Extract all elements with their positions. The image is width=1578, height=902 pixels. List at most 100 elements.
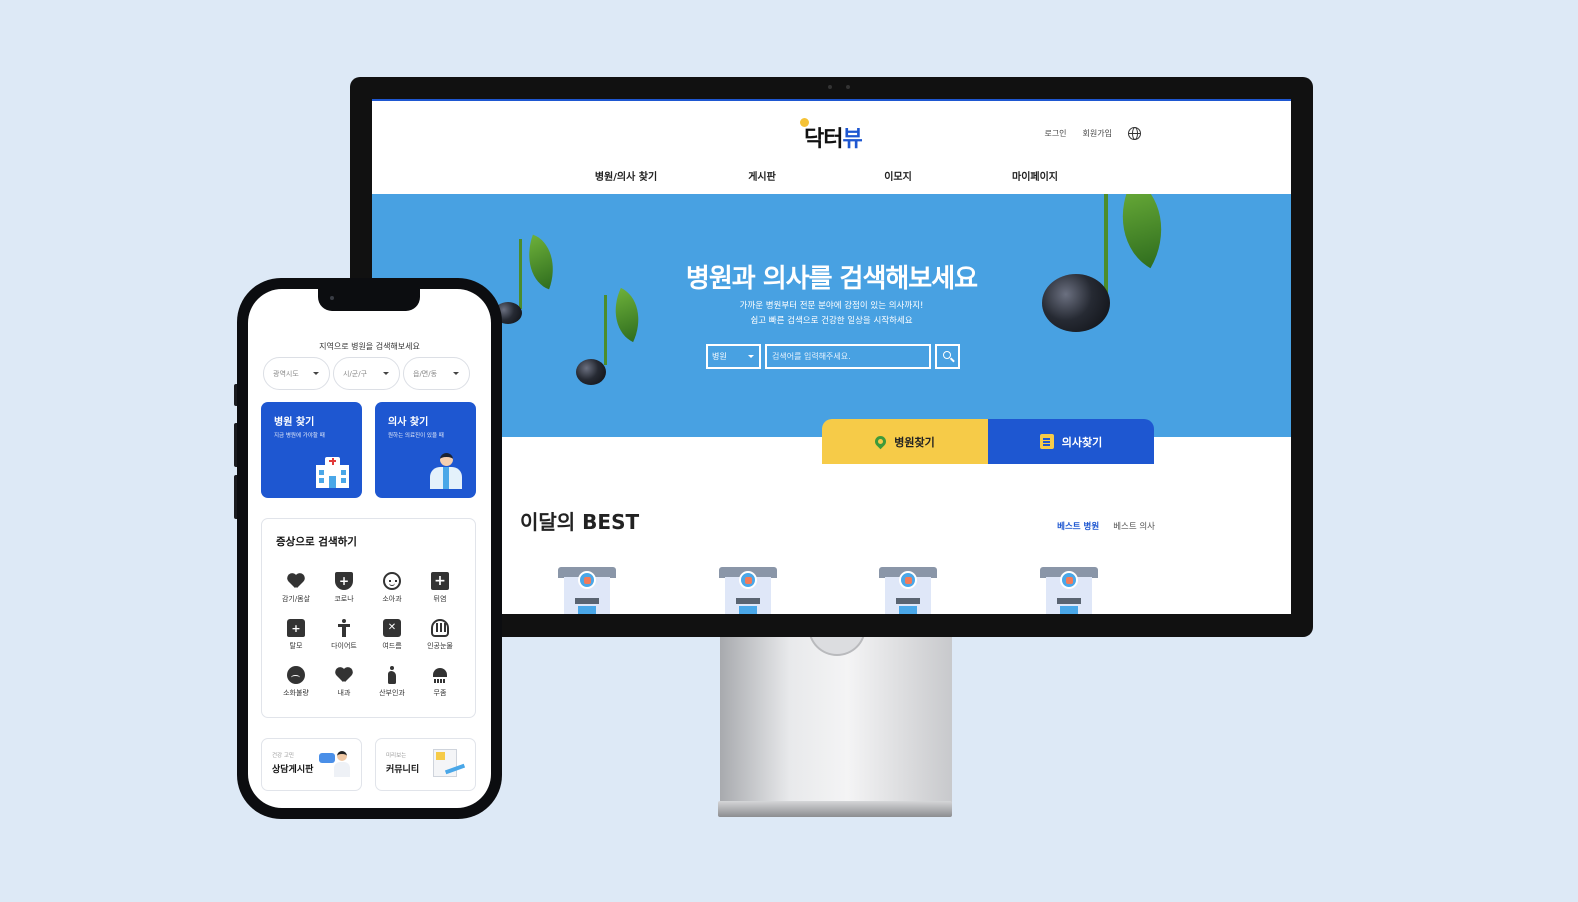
nav-item-emoji[interactable]: 이모지 — [884, 168, 912, 183]
tab-find-doctor[interactable]: 의사찾기 — [988, 419, 1154, 464]
mobile-screen: 지역으로 병원을 검색해보세요 광역시도 시/군/구 읍/면/동 병원 찾기 지… — [248, 289, 491, 808]
symptom-label: 내과 — [337, 689, 351, 697]
hair-loss-icon — [287, 619, 305, 638]
symptom-label: 코로나 — [334, 595, 354, 603]
symptom-pediatrics[interactable]: 소아과 — [368, 572, 416, 604]
phone-frame: 지역으로 병원을 검색해보세요 광역시도 시/군/구 읍/면/동 병원 찾기 지… — [234, 278, 502, 819]
site-logo[interactable]: 닥터뷰 — [800, 118, 863, 153]
symptom-search-title: 증상으로 검색하기 — [276, 536, 357, 548]
phone-volume-button — [234, 423, 237, 467]
phone-volume-button — [234, 475, 237, 519]
symptom-label: 다이어트 — [331, 642, 357, 650]
shield-icon — [335, 572, 353, 590]
tab-find-doctor-label: 의사찾기 — [1061, 435, 1103, 449]
symptom-obgyn[interactable]: 산부인과 — [368, 666, 416, 698]
desktop-screen: 닥터뷰 로그인 회원가입 병원/의사 찾기 게시판 이모지 마이페이지 병원과 … — [372, 99, 1291, 614]
hero-subtitle-1: 가까운 병원부터 전문 분야에 강점이 있는 의사까지! — [739, 301, 924, 311]
card-title: 병원 찾기 — [274, 417, 315, 428]
login-link[interactable]: 로그인 — [1044, 128, 1066, 139]
hands-icon — [431, 619, 449, 637]
card-subtitle: 원하는 의료진이 있을 때 — [388, 433, 444, 439]
medical-cross-icon — [431, 572, 449, 590]
hospital-building-icon — [316, 457, 349, 488]
hospital-icon — [899, 571, 917, 589]
monitor-sensor — [846, 85, 850, 89]
monitor-camera — [828, 85, 832, 89]
symptom-hair-loss[interactable]: 탈모 — [272, 619, 320, 651]
card-find-hospital[interactable]: 병원 찾기 지금 병원에 가야할 때 — [261, 402, 362, 498]
region-selects: 광역시도 시/군/구 읍/면/동 — [263, 357, 470, 390]
symptom-cold[interactable]: 감기/몸살 — [272, 572, 320, 604]
logo-text: 닥터 — [804, 127, 843, 152]
sick-face-icon — [287, 666, 305, 684]
phone-notch — [318, 289, 420, 311]
tab-best-doctor[interactable]: 베스트 의사 — [1113, 520, 1155, 532]
symptom-label: 탈모 — [289, 642, 303, 650]
monitor-stand-base — [718, 801, 952, 817]
foot-icon — [431, 666, 449, 684]
symptom-diet[interactable]: 다이어트 — [320, 619, 368, 651]
map-pin-icon — [872, 433, 889, 450]
search-input[interactable] — [765, 344, 931, 369]
phone-side-button — [234, 384, 237, 406]
symptom-acne[interactable]: 여드름 — [368, 619, 416, 651]
symptom-label: 뒤염 — [433, 595, 447, 603]
globe-icon[interactable] — [1128, 127, 1141, 140]
hospital-icon — [578, 571, 596, 589]
best-hospital-item[interactable] — [1040, 567, 1098, 614]
memo-icon — [1039, 434, 1054, 449]
select-province[interactable]: 광역시도 — [263, 357, 330, 390]
community-document-icon — [431, 749, 466, 779]
search-bar: 병원 — [706, 344, 960, 369]
best-hospital-item[interactable] — [719, 567, 777, 614]
top-links: 로그인 회원가입 — [1044, 127, 1141, 140]
signup-link[interactable]: 회원가입 — [1083, 128, 1112, 139]
best-hospital-item[interactable] — [879, 567, 937, 614]
symptom-athletes-foot[interactable]: 무좀 — [416, 666, 464, 698]
body-icon — [335, 619, 353, 637]
monitor-stand — [720, 636, 952, 803]
symptom-internal[interactable]: 내과 — [320, 666, 368, 698]
symptom-eye-drops[interactable]: 인공눈물 — [416, 619, 464, 651]
symptom-label: 감기/몸살 — [281, 595, 311, 603]
logo-text-accent: 뷰 — [842, 127, 862, 152]
consult-chat-icon — [319, 751, 351, 777]
hospital-icon — [1060, 571, 1078, 589]
card-community[interactable]: 미리보는 커뮤니티 — [375, 738, 476, 791]
front-camera-icon — [330, 296, 334, 300]
card-subtitle: 지금 병원에 가야할 때 — [274, 433, 325, 439]
best-hospital-item[interactable] — [558, 567, 616, 614]
symptom-covid[interactable]: 코로나 — [320, 572, 368, 604]
symptom-gastro[interactable]: 뒤염 — [416, 572, 464, 604]
symptom-search-panel: 증상으로 검색하기 감기/몸살 코로나 소아과 뒤염 탈모 다이어트 여드름 인… — [261, 518, 476, 718]
card-find-doctor[interactable]: 의사 찾기 원하는 의료진이 있을 때 — [375, 402, 476, 498]
nav-item-board[interactable]: 게시판 — [748, 168, 776, 183]
nav-item-find[interactable]: 병원/의사 찾기 — [595, 168, 657, 183]
search-type-select[interactable]: 병원 — [706, 344, 761, 369]
search-button[interactable] — [935, 344, 960, 369]
symptom-label: 소화불량 — [283, 689, 309, 697]
find-tabs: 병원찾기 의사찾기 — [822, 419, 1154, 464]
heart-icon — [335, 666, 353, 684]
symptom-indigestion[interactable]: 소화불량 — [272, 666, 320, 698]
region-search-title: 지역으로 병원을 검색해보세요 — [319, 342, 420, 351]
baby-face-icon — [383, 572, 401, 590]
symptom-label: 소아과 — [382, 595, 402, 603]
nav-item-mypage[interactable]: 마이페이지 — [1012, 168, 1058, 183]
doctor-icon — [430, 453, 462, 489]
select-city[interactable]: 시/군/구 — [333, 357, 400, 390]
tab-find-hospital[interactable]: 병원찾기 — [822, 419, 988, 464]
card-title: 의사 찾기 — [388, 417, 429, 428]
logo-sun-icon — [800, 118, 809, 127]
select-town[interactable]: 읍/면/동 — [403, 357, 470, 390]
hero-title: 병원과 의사를 검색해보세요 — [685, 264, 978, 294]
site-header: 닥터뷰 로그인 회원가입 병원/의사 찾기 게시판 이모지 마이페이지 — [372, 101, 1291, 194]
best-tabs: 베스트 병원 베스트 의사 — [1057, 520, 1155, 532]
card-consult-board[interactable]: 건강 고민 상담게시판 — [261, 738, 362, 791]
hospital-icon — [739, 571, 757, 589]
symptom-label: 산부인과 — [379, 689, 405, 697]
tab-find-hospital-label: 병원찾기 — [894, 435, 935, 449]
hero-subtitle-2: 쉽고 빠른 검색으로 건강한 일상을 시작하세요 — [750, 316, 913, 326]
pregnant-icon — [383, 666, 401, 684]
tab-best-hospital[interactable]: 베스트 병원 — [1057, 520, 1099, 532]
